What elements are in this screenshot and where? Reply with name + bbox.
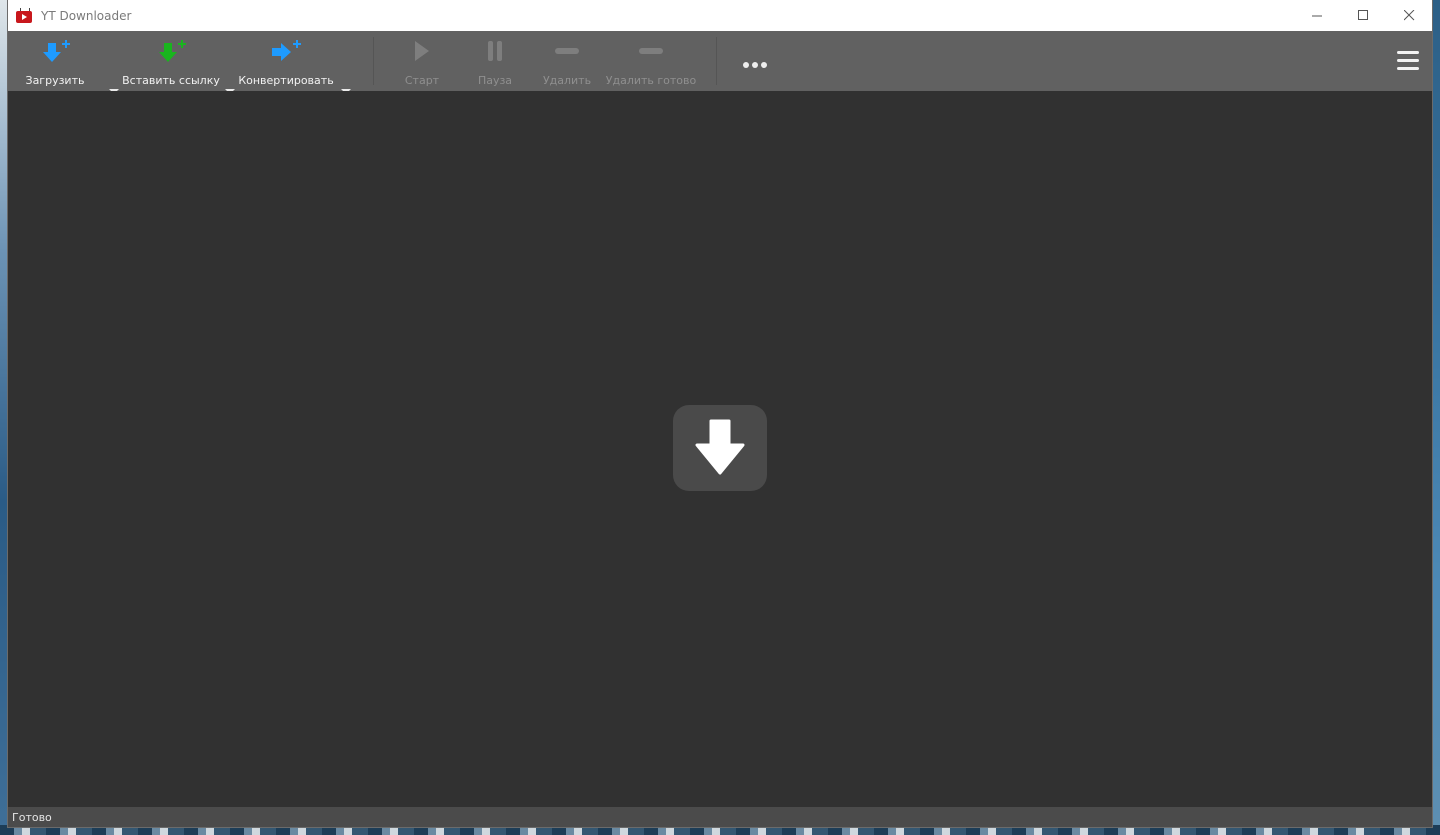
play-icon <box>402 39 442 71</box>
hamburger-menu-icon <box>1397 51 1419 70</box>
paste-link-plus-icon <box>151 39 191 71</box>
close-button[interactable] <box>1386 0 1432 31</box>
drop-zone-button[interactable] <box>673 405 767 491</box>
more-dots-icon <box>743 62 767 68</box>
desktop-background-left <box>0 0 8 835</box>
status-text: Готово <box>12 810 52 824</box>
maximize-button[interactable] <box>1340 0 1386 31</box>
main-menu-button[interactable] <box>1396 50 1420 76</box>
delete-done-button[interactable]: Удалить готово <box>605 31 697 91</box>
maximize-icon <box>1357 10 1368 20</box>
minimize-icon <box>1311 15 1322 17</box>
status-bar: Готово <box>8 807 1432 827</box>
convert-button[interactable]: Конвертировать <box>238 31 334 91</box>
close-icon <box>1403 10 1414 21</box>
window-controls <box>1294 0 1432 31</box>
download-arrow-icon <box>695 419 745 475</box>
toolbar: Загрузить Вставить ссылку Конвертировать… <box>8 31 1432 94</box>
more-button[interactable] <box>742 55 770 74</box>
paste-link-button[interactable]: Вставить ссылку <box>122 31 220 91</box>
delete-done-label: Удалить готово <box>605 74 697 87</box>
minus-icon <box>631 39 671 71</box>
start-label: Старт <box>404 74 440 87</box>
pause-label: Пауза <box>477 74 513 87</box>
title-bar: YT Downloader <box>8 0 1432 31</box>
window-title: YT Downloader <box>41 8 132 23</box>
app-logo-icon <box>16 7 32 24</box>
download-list-area[interactable] <box>8 91 1432 807</box>
download-plus-icon <box>35 39 75 71</box>
download-label: Загрузить <box>25 74 85 87</box>
download-button[interactable]: Загрузить <box>24 31 86 91</box>
delete-button[interactable]: Удалить <box>542 31 592 91</box>
convert-plus-icon <box>266 39 306 71</box>
paste-link-label: Вставить ссылку <box>122 74 220 87</box>
pause-icon <box>475 39 515 71</box>
pause-button[interactable]: Пауза <box>473 31 517 91</box>
delete-label: Удалить <box>542 74 592 87</box>
convert-label: Конвертировать <box>238 74 334 87</box>
start-button[interactable]: Старт <box>400 31 444 91</box>
toolbar-separator <box>716 37 717 85</box>
minimize-button[interactable] <box>1294 0 1340 31</box>
minus-icon <box>547 39 587 71</box>
app-window: YT Downloader Загрузить Вставить ссылку … <box>8 0 1432 827</box>
toolbar-separator <box>373 37 374 85</box>
